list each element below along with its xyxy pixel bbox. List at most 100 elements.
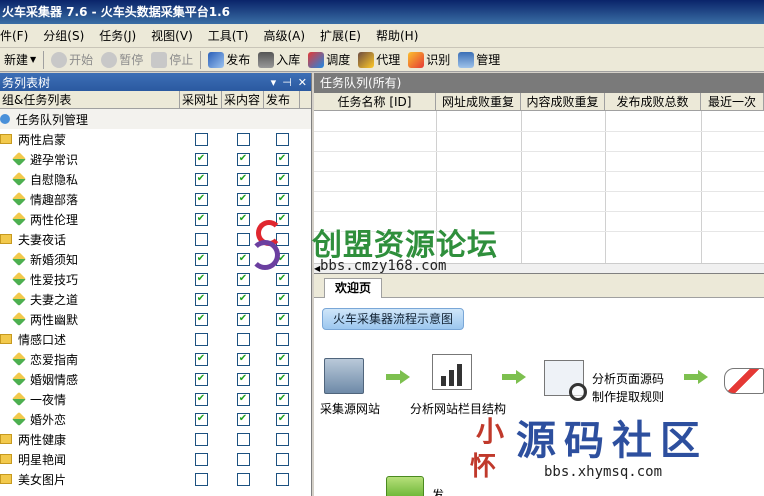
checkbox-checked[interactable]: ✔ bbox=[275, 212, 289, 226]
checkbox-checked[interactable]: ✔ bbox=[236, 292, 250, 306]
checkbox-unchecked[interactable] bbox=[194, 432, 208, 446]
checkbox-checked[interactable]: ✔ bbox=[275, 192, 289, 206]
checkbox-checked[interactable]: ✔ bbox=[236, 192, 250, 206]
stop-button[interactable]: 停止 bbox=[147, 49, 197, 71]
menu-help[interactable]: 帮助(H) bbox=[376, 27, 427, 44]
tree-task[interactable]: 两性幽默 ✔ ✔ ✔ bbox=[0, 309, 311, 329]
checkbox-checked[interactable]: ✔ bbox=[275, 312, 289, 326]
tree-group[interactable]: 两性启蒙 bbox=[0, 129, 311, 149]
publish-button[interactable]: 发布 bbox=[204, 49, 254, 71]
checkbox-checked[interactable]: ✔ bbox=[275, 172, 289, 186]
checkbox-checked[interactable]: ✔ bbox=[275, 272, 289, 286]
checkbox-checked[interactable]: ✔ bbox=[236, 372, 250, 386]
checkbox-checked[interactable]: ✔ bbox=[275, 252, 289, 266]
checkbox-checked[interactable]: ✔ bbox=[194, 172, 208, 186]
col-last-run[interactable]: 最近一次 bbox=[701, 93, 764, 110]
checkbox-checked[interactable]: ✔ bbox=[236, 172, 250, 186]
checkbox-checked[interactable]: ✔ bbox=[194, 352, 208, 366]
checkbox-checked[interactable]: ✔ bbox=[275, 292, 289, 306]
checkbox-unchecked[interactable] bbox=[275, 132, 289, 146]
chevron-down-icon[interactable]: ▼ bbox=[30, 55, 36, 64]
checkbox-checked[interactable]: ✔ bbox=[194, 392, 208, 406]
queue-grid[interactable] bbox=[314, 111, 764, 265]
col-task-name[interactable]: 任务名称 [ID] bbox=[314, 93, 436, 110]
checkbox-unchecked[interactable] bbox=[194, 452, 208, 466]
checkbox-checked[interactable]: ✔ bbox=[194, 252, 208, 266]
checkbox-unchecked[interactable] bbox=[194, 472, 208, 486]
checkbox-checked[interactable]: ✔ bbox=[236, 212, 250, 226]
checkbox-unchecked[interactable] bbox=[194, 332, 208, 346]
tree-group[interactable]: 明星艳闻 bbox=[0, 449, 311, 469]
pin-icon[interactable]: ⊣ bbox=[282, 76, 292, 89]
col-url-stats[interactable]: 网址成败重复 bbox=[436, 93, 521, 110]
tree-task[interactable]: 自慰隐私 ✔ ✔ ✔ bbox=[0, 169, 311, 189]
manage-button[interactable]: 管理 bbox=[454, 49, 504, 71]
tree-task[interactable]: 婚外恋 ✔ ✔ ✔ bbox=[0, 409, 311, 429]
checkbox-checked[interactable]: ✔ bbox=[194, 212, 208, 226]
checkbox-unchecked[interactable] bbox=[236, 452, 250, 466]
menu-file[interactable]: 件(F) bbox=[0, 27, 37, 44]
checkbox-checked[interactable]: ✔ bbox=[194, 292, 208, 306]
checkbox-checked[interactable]: ✔ bbox=[236, 272, 250, 286]
checkbox-checked[interactable]: ✔ bbox=[236, 392, 250, 406]
panel-menu-icon[interactable]: ▾ bbox=[271, 76, 277, 89]
pause-button[interactable]: 暂停 bbox=[97, 49, 147, 71]
menu-view[interactable]: 视图(V) bbox=[151, 27, 202, 44]
tree-group[interactable]: 两性健康 bbox=[0, 429, 311, 449]
tree-task[interactable]: 性爱技巧 ✔ ✔ ✔ bbox=[0, 269, 311, 289]
debug-button[interactable]: 调度 bbox=[304, 49, 354, 71]
col-collect-url[interactable]: 采网址 bbox=[180, 91, 222, 108]
recognize-button[interactable]: 识别 bbox=[404, 49, 454, 71]
checkbox-unchecked[interactable] bbox=[236, 472, 250, 486]
checkbox-checked[interactable]: ✔ bbox=[275, 372, 289, 386]
checkbox-checked[interactable]: ✔ bbox=[275, 352, 289, 366]
checkbox-unchecked[interactable] bbox=[194, 232, 208, 246]
checkbox-checked[interactable]: ✔ bbox=[194, 192, 208, 206]
tree-task[interactable]: 夫妻之道 ✔ ✔ ✔ bbox=[0, 289, 311, 309]
checkbox-checked[interactable]: ✔ bbox=[236, 252, 250, 266]
tree-task[interactable]: 婚姻情感 ✔ ✔ ✔ bbox=[0, 369, 311, 389]
checkbox-checked[interactable]: ✔ bbox=[194, 152, 208, 166]
checkbox-checked[interactable]: ✔ bbox=[236, 412, 250, 426]
checkbox-checked[interactable]: ✔ bbox=[194, 372, 208, 386]
checkbox-unchecked[interactable] bbox=[275, 452, 289, 466]
checkbox-unchecked[interactable] bbox=[194, 132, 208, 146]
scroll-left-icon[interactable]: ◀ bbox=[314, 264, 320, 273]
tree-task[interactable]: 情趣部落 ✔ ✔ ✔ bbox=[0, 189, 311, 209]
tree-task[interactable]: 恋爱指南 ✔ ✔ ✔ bbox=[0, 349, 311, 369]
checkbox-checked[interactable]: ✔ bbox=[275, 392, 289, 406]
col-publish-stats[interactable]: 发布成败总数 bbox=[605, 93, 701, 110]
checkbox-checked[interactable]: ✔ bbox=[194, 312, 208, 326]
col-publish[interactable]: 发布 bbox=[264, 91, 300, 108]
checkbox-checked[interactable]: ✔ bbox=[194, 412, 208, 426]
checkbox-unchecked[interactable] bbox=[236, 332, 250, 346]
tree-group[interactable]: 夫妻夜话 bbox=[0, 229, 311, 249]
checkbox-checked[interactable]: ✔ bbox=[236, 152, 250, 166]
checkbox-checked[interactable]: ✔ bbox=[275, 152, 289, 166]
close-icon[interactable]: ✕ bbox=[298, 76, 307, 89]
checkbox-checked[interactable]: ✔ bbox=[236, 352, 250, 366]
tree-task[interactable]: 避孕常识 ✔ ✔ ✔ bbox=[0, 149, 311, 169]
col-content-stats[interactable]: 内容成败重复 bbox=[521, 93, 605, 110]
checkbox-unchecked[interactable] bbox=[275, 332, 289, 346]
tree-root[interactable]: 任务队列管理 bbox=[0, 109, 311, 129]
col-task-list[interactable]: 组&任务列表 bbox=[0, 91, 180, 108]
checkbox-unchecked[interactable] bbox=[275, 432, 289, 446]
col-collect-content[interactable]: 采内容 bbox=[222, 91, 264, 108]
new-button[interactable]: 新建 ▼ bbox=[0, 49, 40, 71]
checkbox-unchecked[interactable] bbox=[275, 472, 289, 486]
checkbox-unchecked[interactable] bbox=[275, 232, 289, 246]
start-button[interactable]: 开始 bbox=[47, 49, 97, 71]
tree-task[interactable]: 一夜情 ✔ ✔ ✔ bbox=[0, 389, 311, 409]
tree-task[interactable]: 两性伦理 ✔ ✔ ✔ bbox=[0, 209, 311, 229]
checkbox-unchecked[interactable] bbox=[236, 232, 250, 246]
tree-task[interactable]: 新婚须知 ✔ ✔ ✔ bbox=[0, 249, 311, 269]
tree-group[interactable]: 美女图片 bbox=[0, 469, 311, 489]
menu-advanced[interactable]: 高级(A) bbox=[263, 27, 314, 44]
checkbox-checked[interactable]: ✔ bbox=[275, 412, 289, 426]
menu-tools[interactable]: 工具(T) bbox=[208, 27, 258, 44]
menu-extend[interactable]: 扩展(E) bbox=[320, 27, 370, 44]
tab-welcome[interactable]: 欢迎页 bbox=[324, 278, 383, 298]
proxy-button[interactable]: 代理 bbox=[354, 49, 404, 71]
menu-task[interactable]: 任务(J) bbox=[99, 27, 145, 44]
